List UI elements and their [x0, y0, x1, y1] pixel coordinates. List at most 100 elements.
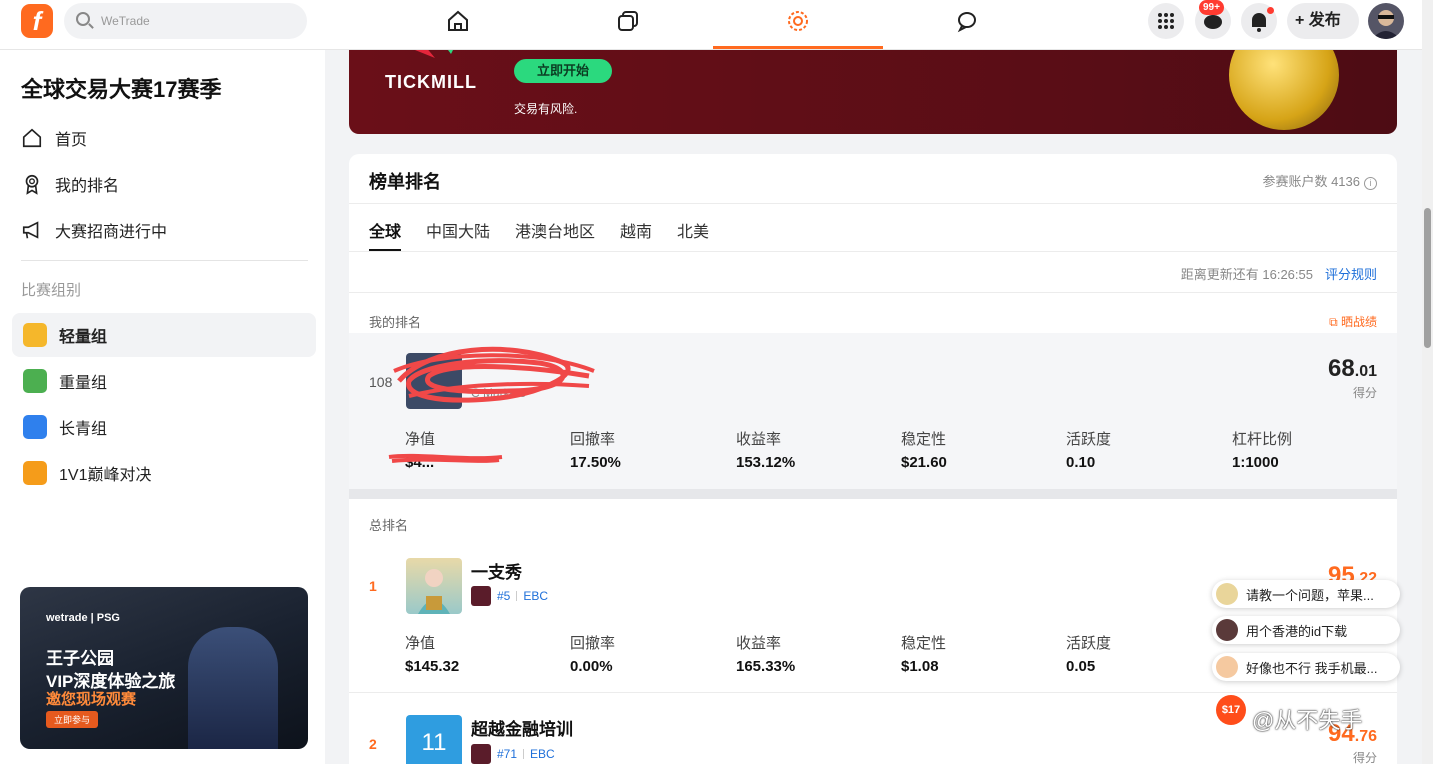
share-results-link[interactable]: ⧉ 晒战绩: [1329, 313, 1377, 330]
home-icon[interactable]: [446, 9, 470, 33]
banner-start-button[interactable]: 立即开始: [514, 59, 612, 83]
top-navigation-bar: f WeTrade 99+ + 发布: [0, 0, 1422, 50]
scrollbar-thumb[interactable]: [1424, 208, 1431, 348]
scoring-rules-link[interactable]: 评分规则: [1325, 267, 1377, 282]
active-tab-indicator: [713, 46, 883, 49]
group-heavy[interactable]: 重量组: [12, 359, 316, 403]
countdown-text: 距离更新还有 16:26:55: [1180, 267, 1313, 282]
stat-value: 165.33%: [736, 658, 796, 675]
stat-key: 回撤率: [570, 635, 616, 652]
group-evergreen[interactable]: 长青组: [12, 405, 316, 449]
chat-avatar: [1216, 619, 1238, 641]
sidebar-item-label: 大赛招商进行中: [55, 224, 168, 241]
tab-north-america[interactable]: 北美: [677, 218, 709, 242]
my-rank-row[interactable]: 108 C Markets 68.01 得分 净值 $4... 回撤率 17.50%…: [349, 333, 1397, 489]
score-label: 得分: [1352, 386, 1377, 400]
my-score: 68.01 得分: [1328, 355, 1377, 401]
leaderboard-title: 榜单排名: [369, 172, 441, 192]
contest-badge-icon: [471, 744, 491, 764]
stat-key: 净值: [405, 635, 436, 652]
stat-drawdown: 回撤率 17.50%: [570, 428, 730, 471]
chat-text: 请教一个问题，苹果...: [1246, 587, 1374, 603]
player-image: [188, 627, 278, 749]
sidebar-item-home[interactable]: 首页: [21, 125, 87, 151]
group-light[interactable]: 轻量组: [12, 313, 316, 357]
contest-badge-icon: [471, 586, 491, 606]
broker-name[interactable]: EBC: [530, 747, 555, 761]
tab-hk-macau-taiwan[interactable]: 港澳台地区: [515, 218, 595, 242]
participant-count: 参赛账户数 4136 i: [1262, 171, 1377, 190]
divider: [349, 203, 1397, 204]
score-integer: 68: [1328, 355, 1355, 382]
promo-banner-psg[interactable]: wetrade | PSG 王子公园 VIP深度体验之旅 邀您现场观赛 立即参与: [20, 587, 308, 749]
user-avatar[interactable]: [1368, 3, 1404, 39]
chat-icon[interactable]: [956, 9, 980, 33]
chat-text: 好像也不行 我手机最...: [1246, 660, 1378, 676]
apps-grid-button[interactable]: [1148, 3, 1184, 39]
tag-separator: [516, 591, 518, 601]
chat-popup-2[interactable]: 用个香港的id下载: [1212, 616, 1400, 644]
trader-id: #71: [497, 747, 518, 761]
group-label: 1V1巅峰对决: [59, 467, 152, 484]
score-label: 得分: [1352, 751, 1377, 764]
stat-key: 净值: [405, 431, 436, 448]
message-badge: 99+: [1199, 0, 1224, 15]
stat-activity: 活跃度 0.10: [1066, 428, 1226, 471]
tickmill-ad-banner[interactable]: TICKMILL 立即开始 交易有风险.: [349, 50, 1397, 134]
page-scrollbar[interactable]: [1422, 0, 1433, 764]
total-rank-label: 总排名: [369, 518, 409, 533]
trader-name[interactable]: 一支秀: [471, 558, 522, 583]
tab-global[interactable]: 全球: [369, 218, 401, 242]
home-icon: [22, 128, 42, 148]
sidebar-item-recruit[interactable]: 大赛招商进行中: [21, 217, 167, 243]
rank-number: 2: [369, 736, 377, 752]
grid-icon: [1158, 13, 1174, 29]
tab-mainland-china[interactable]: 中国大陆: [426, 218, 490, 242]
publish-button[interactable]: + 发布: [1287, 3, 1359, 39]
tickmill-logo-mark: [415, 50, 453, 58]
promo-line3: 邀您现场观赛: [46, 691, 137, 708]
tag-separator: [523, 749, 525, 759]
promo-join-button[interactable]: 立即参与: [46, 711, 99, 728]
group-label: 长青组: [59, 421, 108, 438]
stat-activity: 活跃度 0.05: [1066, 632, 1226, 675]
trophy-icon: [23, 461, 47, 485]
sidebar-item-label: 我的排名: [55, 178, 120, 195]
coins-icon: [23, 323, 47, 347]
score-decimal: .01: [1354, 363, 1377, 380]
trader-avatar[interactable]: 11: [406, 715, 462, 764]
chat-popup-3[interactable]: 好像也不行 我手机最...: [1212, 653, 1400, 681]
trader-tags: #5 EBC: [471, 586, 548, 606]
stat-value: 0.00%: [570, 658, 613, 675]
share-label: 晒战绩: [1340, 315, 1377, 329]
banner-risk-text: 交易有风险.: [514, 102, 578, 116]
stat-key: 活跃度: [1066, 635, 1112, 652]
redaction-scribble: [388, 453, 503, 463]
broker-name[interactable]: EBC: [523, 589, 548, 603]
chat-popup-1[interactable]: 请教一个问题，苹果...: [1212, 580, 1400, 608]
watermark-text: @从不失手: [1252, 708, 1363, 733]
stat-key: 稳定性: [901, 431, 947, 448]
sidebar-item-my-rank[interactable]: 我的排名: [21, 171, 119, 197]
info-icon[interactable]: i: [1364, 177, 1377, 190]
contest-icon[interactable]: [786, 9, 810, 33]
stat-return: 收益率 153.12%: [736, 428, 896, 471]
group-1v1[interactable]: 1V1巅峰对决: [12, 451, 316, 495]
stat-equity: 净值 $145.32: [405, 632, 565, 675]
stat-drawdown: 回撤率 0.00%: [570, 632, 730, 675]
stat-key: 活跃度: [1066, 431, 1112, 448]
floating-action-button[interactable]: $17: [1216, 695, 1246, 725]
search-box[interactable]: WeTrade: [64, 3, 307, 39]
trader-name[interactable]: 超越金融培训: [471, 715, 573, 740]
trader-avatar[interactable]: [406, 558, 462, 614]
divider: [349, 292, 1397, 293]
stat-value: 153.12%: [736, 454, 796, 471]
chat-avatar: [1216, 656, 1238, 678]
stat-key: 收益率: [736, 431, 782, 448]
podium-icon: [23, 415, 47, 439]
stat-stability: 稳定性 $21.60: [901, 428, 1061, 471]
tab-vietnam[interactable]: 越南: [620, 218, 652, 242]
stat-key: 稳定性: [901, 635, 947, 652]
copy-trade-icon[interactable]: [616, 9, 640, 33]
app-logo[interactable]: f: [21, 4, 53, 38]
